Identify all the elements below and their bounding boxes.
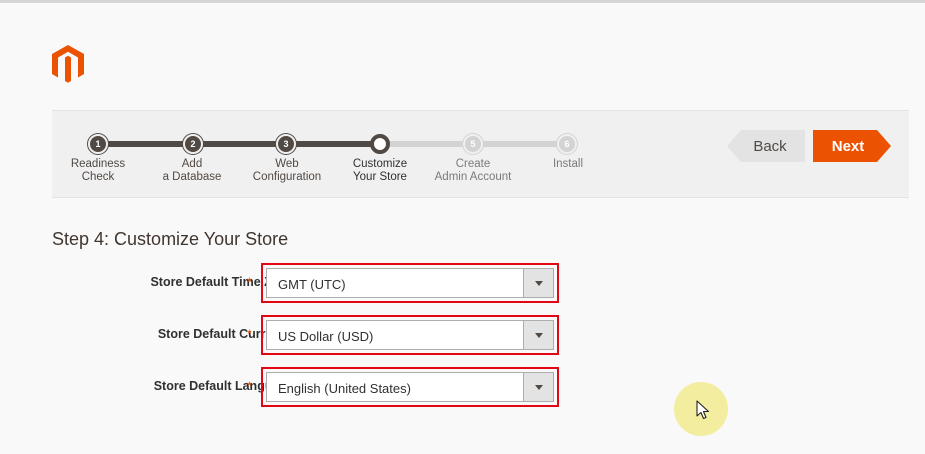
step-5-indicator: 5 [463, 134, 483, 154]
next-button[interactable]: Next [813, 130, 891, 162]
step-6-indicator: 6 [557, 134, 577, 154]
language-highlight: English (United States) [261, 367, 559, 407]
required-indicator: * [247, 327, 252, 341]
back-button[interactable]: Back [727, 130, 805, 162]
step-4-indicator [370, 134, 390, 154]
time-zone-highlight: GMT (UTC) [261, 263, 559, 303]
mouse-pointer-icon [696, 400, 710, 420]
wizard-progress-bar: 1 2 3 5 6 Readiness Check Add a Database W… [52, 110, 909, 198]
step-3-indicator: 3 [276, 134, 296, 154]
step-2-label: Add a Database [162, 158, 222, 183]
step-2-indicator: 2 [183, 134, 203, 154]
currency-value: US Dollar (USD) [278, 329, 374, 344]
required-indicator: * [247, 275, 252, 289]
step-1-indicator: 1 [88, 134, 108, 154]
step-5-label: Create Admin Account [434, 158, 512, 183]
top-border [0, 0, 925, 3]
time-zone-value: GMT (UTC) [278, 277, 346, 292]
time-zone-select[interactable]: GMT (UTC) [266, 268, 554, 298]
time-zone-row: Store Default Time Zone * GMT (UTC) [52, 263, 612, 303]
currency-select[interactable]: US Dollar (USD) [266, 320, 554, 350]
language-row: Store Default Language * English (United… [52, 367, 612, 407]
dropdown-arrow-icon[interactable] [523, 321, 553, 349]
step-6-label: Install [552, 158, 584, 170]
language-value: English (United States) [278, 381, 411, 396]
dropdown-arrow-icon[interactable] [523, 373, 553, 401]
language-select[interactable]: English (United States) [266, 372, 554, 402]
currency-row: Store Default Currency * US Dollar (USD) [52, 315, 612, 355]
currency-highlight: US Dollar (USD) [261, 315, 559, 355]
dropdown-arrow-icon[interactable] [523, 269, 553, 297]
page-title: Step 4: Customize Your Store [52, 229, 289, 249]
required-indicator: * [247, 379, 252, 393]
magento-logo-icon [52, 45, 84, 83]
progress-track-completed [98, 141, 380, 147]
